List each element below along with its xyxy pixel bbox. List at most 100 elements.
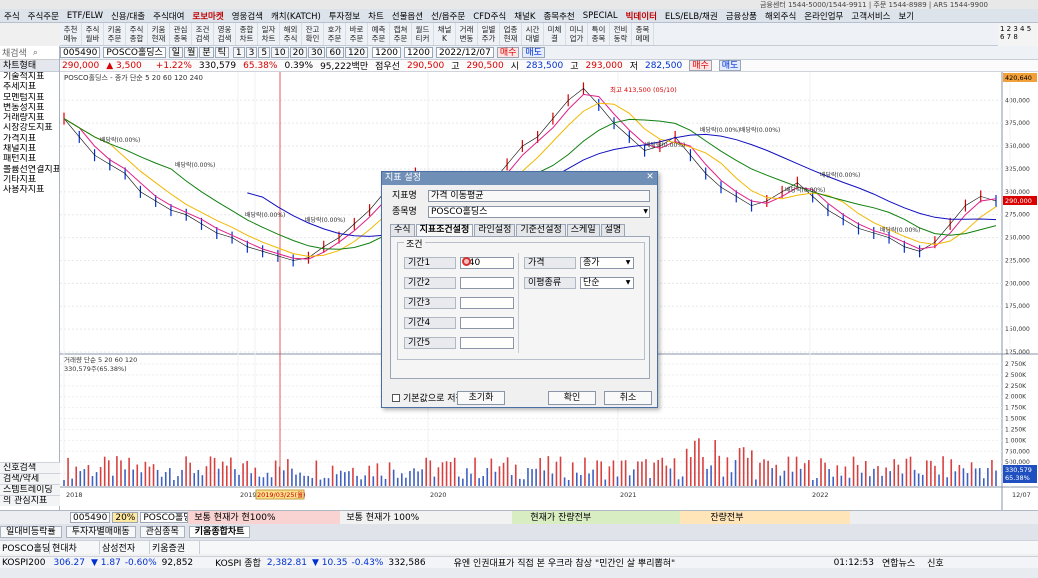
toolbar-button[interactable]: 종목 메메 (632, 23, 654, 45)
minute-button[interactable]: 20 (289, 47, 308, 58)
toolbar-button[interactable]: 바로 주문 (346, 23, 368, 45)
chevron-down-icon[interactable]: ▼ (643, 207, 648, 217)
minute-button[interactable]: 3 (245, 47, 258, 58)
order-code-input[interactable]: 005490 (70, 512, 111, 523)
menu-item[interactable]: 주식대여 (149, 10, 188, 22)
period-input[interactable] (460, 317, 514, 329)
ok-button[interactable]: 확인 (548, 391, 596, 405)
menu-item[interactable]: 고객서비스 (847, 10, 894, 22)
stock-name-field[interactable]: POSCO홀딩스 (103, 47, 166, 58)
sidebar-item[interactable]: 기술적지표 (0, 72, 59, 82)
minute-button[interactable]: 60 (326, 47, 344, 58)
toolbar-button[interactable]: 시간 대별 (522, 23, 544, 45)
menu-item[interactable]: SPECIAL (579, 11, 622, 21)
period-input[interactable] (460, 277, 514, 289)
quick-toolbar[interactable]: 추천 메뉴 주식 월바 키움 주문 주식 종합 키움 현재 관심 종목 조건 검색 영웅 검색… (60, 23, 1038, 46)
toolbar-button[interactable]: 종합 차트 (236, 23, 258, 45)
period-button[interactable]: 일 (168, 47, 184, 58)
menu-item[interactable]: 캐치(KATCH) (267, 10, 325, 22)
menu-item[interactable]: 주식주문 (24, 10, 63, 22)
news-headline[interactable]: 유엔 인권대표가 직접 본 우크라 참상 "민간인 살 뿌리뽑혀" (454, 557, 814, 568)
toolbar-button[interactable]: 키움 현재 (148, 23, 170, 45)
menu-item[interactable]: 선물옵션 (388, 10, 427, 22)
period-button[interactable]: 틱 (214, 47, 229, 58)
sidebar-item[interactable]: 사용자지표 (0, 185, 59, 195)
sidebar-item[interactable]: 채널지표 (0, 144, 59, 154)
dialog-tab[interactable]: 지표조건설정 (415, 224, 474, 236)
price-select[interactable]: 종가 ▼ (580, 257, 634, 269)
toolbar-button[interactable]: 추천 메뉴 (60, 23, 82, 45)
menu-item[interactable]: CFD주식 (469, 10, 510, 22)
period-button[interactable]: 월 (184, 47, 199, 58)
window-tab[interactable]: 투자자별매매동 (65, 526, 136, 538)
sidebar-bottom-item[interactable]: 의 관심지표 (0, 495, 60, 506)
minute-button[interactable]: 1 (232, 47, 245, 58)
menu-item[interactable]: 온라인업무 (800, 10, 847, 22)
order-segment-4[interactable]: 잔량전부 (680, 511, 851, 524)
toolbar-button[interactable]: 주식 월바 (82, 23, 104, 45)
menu-item[interactable]: 주식 (0, 10, 24, 22)
toolbar-button[interactable]: 특이 종목 (588, 23, 610, 45)
period-button[interactable]: 분 (199, 47, 214, 58)
sidebar-item[interactable]: 추세지표 (0, 82, 59, 92)
menu-item[interactable]: 신용/대출 (107, 10, 149, 22)
window-tab[interactable]: 관심종목 (139, 526, 185, 538)
toolbar-button[interactable]: 업종 현재 (500, 23, 522, 45)
cancel-button[interactable]: 취소 (604, 391, 652, 405)
sidebar-bottom-item[interactable]: 신호검색 (0, 462, 60, 473)
toolbar-button[interactable]: 주식 종합 (126, 23, 148, 45)
sidebar-item[interactable]: 시장강도지표 (0, 123, 59, 133)
minute-button[interactable]: 120 (344, 47, 369, 58)
window-tab[interactable]: 키움종합차트 (188, 526, 251, 538)
sell-button[interactable]: 매도 (522, 47, 545, 58)
menu-item[interactable]: 채널K (510, 10, 539, 22)
dialog-tab[interactable]: 수식 (390, 224, 415, 236)
dialog-tab[interactable]: 라인설정 (474, 224, 516, 236)
favorite-stock[interactable]: 키움증권 (150, 541, 200, 554)
order-segment-3[interactable]: 현재가 잔량전부 (512, 511, 681, 524)
dialog-tabs[interactable]: 수식 지표조건설정 라인설정 기준선설정 스케일 설명 (390, 224, 626, 236)
dialog-tab[interactable]: 기준선설정 (516, 224, 566, 236)
menu-item[interactable]: 투자정보 (325, 10, 364, 22)
toolbar-button[interactable]: 예측 주문 (368, 23, 390, 45)
period-input[interactable] (460, 297, 514, 309)
menu-item[interactable]: 로보마켓 (188, 10, 227, 22)
sidebar-item[interactable]: 변동성지표 (0, 103, 59, 113)
dialog-tab[interactable]: 설명 (600, 224, 626, 236)
order-segment-1[interactable]: 보통 현재가 현100% (188, 511, 341, 524)
sidebar-item[interactable]: 기타지표 (0, 175, 59, 185)
menu-item[interactable]: ETF/ELW (63, 11, 107, 21)
sidebar-bottom-item[interactable]: 검색/약세 (0, 473, 60, 484)
sidebar-search-input[interactable]: 채검색 (2, 46, 27, 59)
menu-item[interactable]: 선/옵주문 (427, 10, 469, 22)
favorite-stock[interactable]: 현대차 (50, 541, 100, 554)
quick-buy-button[interactable]: 매수 (689, 60, 712, 71)
chevron-down-icon[interactable]: ▼ (623, 278, 633, 288)
buy-button[interactable]: 매수 (496, 47, 520, 58)
sidebar-header[interactable]: 차트형태 (0, 60, 59, 72)
sidebar-item[interactable]: 패턴지표 (0, 154, 59, 164)
toolbar-button[interactable]: 해외 주식 (280, 23, 302, 45)
menu-item[interactable]: 차트 (364, 10, 388, 22)
order-name[interactable]: POSCO홀딩 (140, 512, 189, 523)
quick-sell-button[interactable]: 매도 (718, 60, 742, 71)
checkbox-icon[interactable] (392, 393, 400, 402)
minute-buttons[interactable]: 1 3 5 10 20 30 60 120 (232, 47, 369, 58)
close-icon[interactable]: ✕ (645, 173, 655, 183)
toolbar-button[interactable]: 키움 주문 (104, 23, 126, 45)
sidebar-item[interactable]: 볼륨선연결지표 (0, 165, 59, 175)
search-icon[interactable]: ⌕ (33, 48, 38, 58)
ma-type-select[interactable]: 단순 ▼ (580, 277, 634, 289)
sidebar-bottom-item[interactable]: 스템트레이딩 (0, 484, 60, 495)
stock-code-input[interactable]: 005490 (60, 47, 101, 58)
minute-button[interactable]: 30 (308, 47, 326, 58)
menu-item[interactable]: ELS/ELB/채권 (661, 10, 722, 22)
reset-button[interactable]: 초기화 (457, 391, 505, 405)
menu-item[interactable]: 종목추천 (539, 10, 578, 22)
favorite-stock[interactable]: 삼성전자 (100, 541, 150, 554)
toolbar-button[interactable]: 월드 티커 (412, 23, 434, 45)
save-default-checkbox[interactable]: 기본값으로 저장 (392, 391, 464, 404)
menu-item[interactable]: 해외주식 (761, 10, 800, 22)
favorite-stock[interactable]: POSCO홀딩스 (0, 541, 50, 554)
toolbar-button[interactable]: 일별 주가 (478, 23, 500, 45)
